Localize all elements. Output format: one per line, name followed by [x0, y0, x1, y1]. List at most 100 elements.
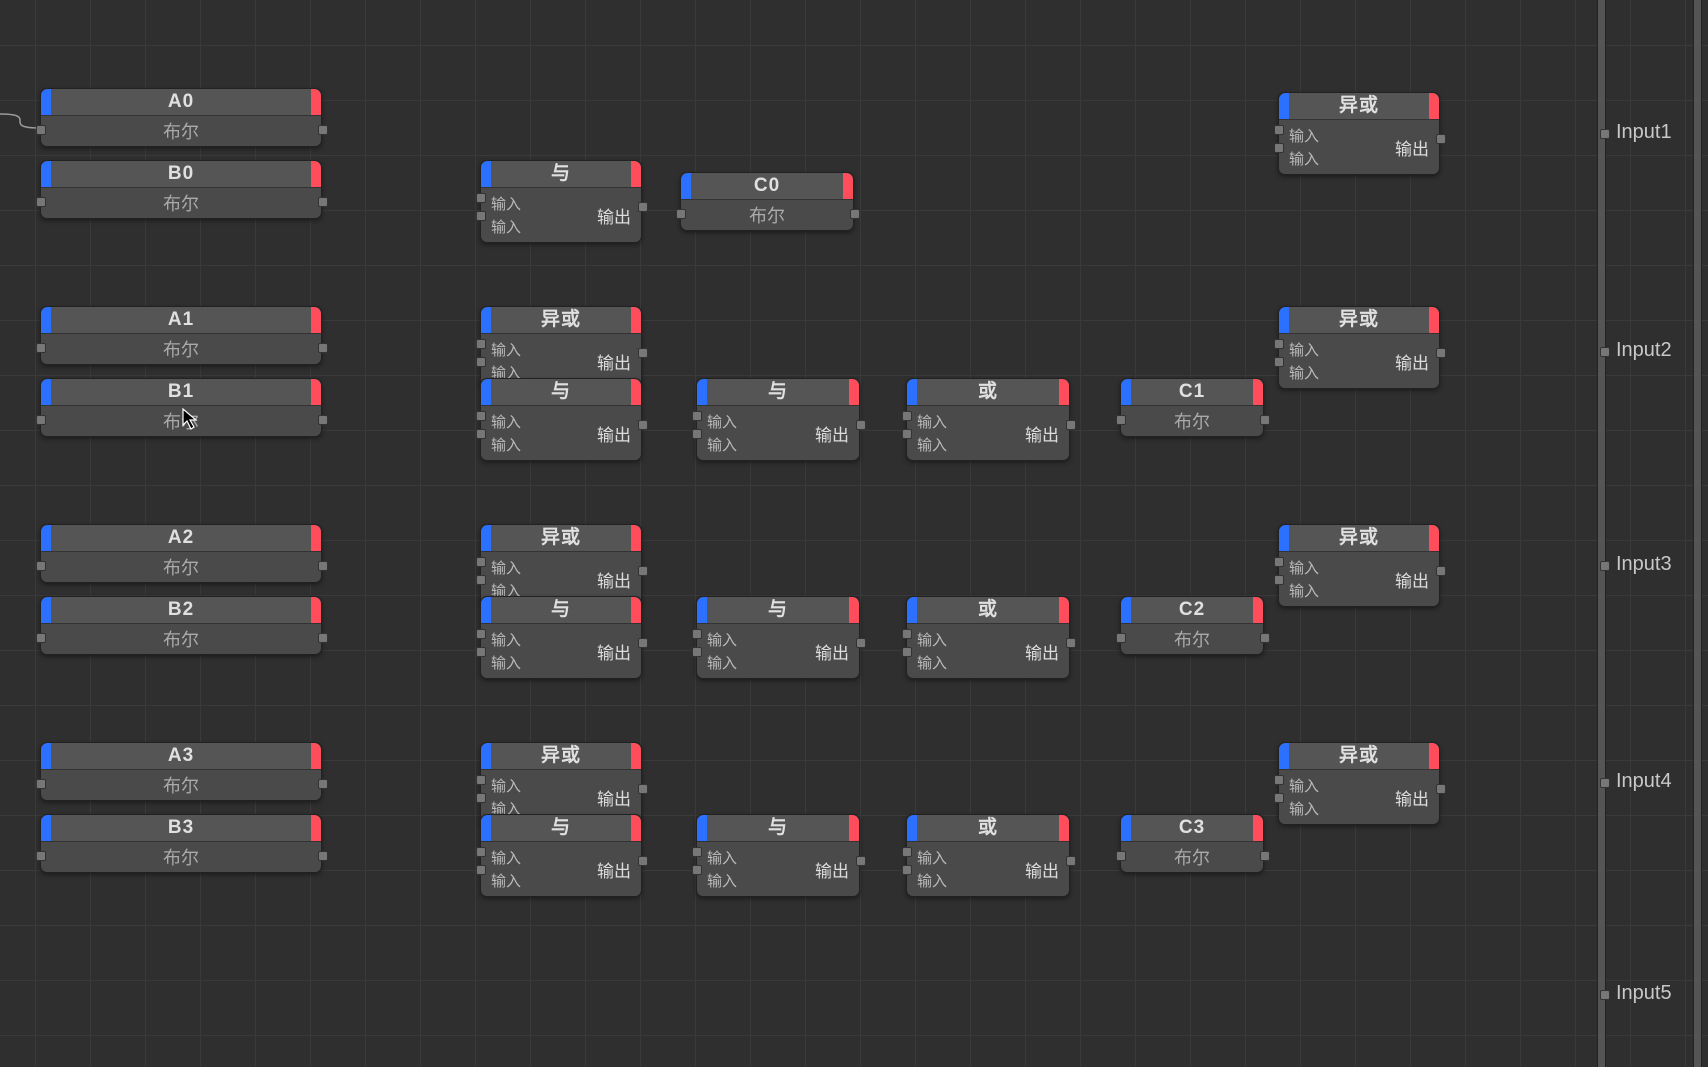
port-dot-icon[interactable] — [902, 429, 912, 439]
port-dot-icon[interactable] — [850, 209, 860, 219]
group-input-input5[interactable]: Input5 — [1616, 982, 1672, 1005]
port-dot-icon[interactable] — [638, 566, 648, 576]
port-dot-icon[interactable] — [1066, 638, 1076, 648]
node-XORo1[interactable]: 异或输入输入输出 — [1278, 92, 1440, 175]
node-AND3a[interactable]: 与输入输入输出 — [480, 814, 642, 897]
port-dot-icon[interactable] — [476, 211, 486, 221]
port-dot-icon[interactable] — [1600, 129, 1610, 139]
port-dot-icon[interactable] — [676, 209, 686, 219]
port-dot-icon[interactable] — [476, 339, 486, 349]
port-dot-icon[interactable] — [638, 348, 648, 358]
node-B3[interactable]: B3布尔 — [40, 814, 322, 873]
port-dot-icon[interactable] — [476, 357, 486, 367]
port-dot-icon[interactable] — [1436, 784, 1446, 794]
port-dot-icon[interactable] — [1260, 415, 1270, 425]
port-dot-icon[interactable] — [1274, 143, 1284, 153]
port-dot-icon[interactable] — [1274, 557, 1284, 567]
port-dot-icon[interactable] — [1260, 851, 1270, 861]
node-AND0[interactable]: 与输入输入输出 — [480, 160, 642, 243]
node-XORo3[interactable]: 异或输入输入输出 — [1278, 524, 1440, 607]
node-A2[interactable]: A2布尔 — [40, 524, 322, 583]
node-OR1[interactable]: 或输入输入输出 — [906, 378, 1070, 461]
port-dot-icon[interactable] — [856, 638, 866, 648]
port-dot-icon[interactable] — [1436, 348, 1446, 358]
port-dot-icon[interactable] — [902, 865, 912, 875]
port-dot-icon[interactable] — [902, 647, 912, 657]
node-AND2b[interactable]: 与输入输入输出 — [696, 596, 860, 679]
port-dot-icon[interactable] — [476, 647, 486, 657]
node-C2[interactable]: C2布尔 — [1120, 596, 1264, 655]
port-dot-icon[interactable] — [36, 633, 46, 643]
panel-edge-strip[interactable] — [1597, 0, 1606, 1067]
node-A1[interactable]: A1布尔 — [40, 306, 322, 365]
port-dot-icon[interactable] — [1436, 134, 1446, 144]
port-dot-icon[interactable] — [638, 202, 648, 212]
node-XOR2[interactable]: 异或输入输入输出 — [480, 524, 642, 607]
port-dot-icon[interactable] — [476, 847, 486, 857]
port-dot-icon[interactable] — [692, 629, 702, 639]
port-dot-icon[interactable] — [318, 779, 328, 789]
port-dot-icon[interactable] — [1274, 575, 1284, 585]
node-XORo4[interactable]: 异或输入输入输出 — [1278, 742, 1440, 825]
node-B1[interactable]: B1布尔 — [40, 378, 322, 437]
node-OR3[interactable]: 或输入输入输出 — [906, 814, 1070, 897]
port-dot-icon[interactable] — [638, 420, 648, 430]
node-OR2[interactable]: 或输入输入输出 — [906, 596, 1070, 679]
port-dot-icon[interactable] — [1274, 775, 1284, 785]
port-dot-icon[interactable] — [476, 629, 486, 639]
port-dot-icon[interactable] — [318, 343, 328, 353]
port-dot-icon[interactable] — [36, 125, 46, 135]
group-input-input4[interactable]: Input4 — [1616, 770, 1672, 793]
port-dot-icon[interactable] — [318, 851, 328, 861]
port-dot-icon[interactable] — [476, 557, 486, 567]
port-dot-icon[interactable] — [36, 561, 46, 571]
node-A3[interactable]: A3布尔 — [40, 742, 322, 801]
port-dot-icon[interactable] — [1066, 856, 1076, 866]
group-input-input2[interactable]: Input2 — [1616, 339, 1672, 362]
port-dot-icon[interactable] — [638, 856, 648, 866]
node-C1[interactable]: C1布尔 — [1120, 378, 1264, 437]
port-dot-icon[interactable] — [1600, 990, 1610, 1000]
port-dot-icon[interactable] — [692, 429, 702, 439]
port-dot-icon[interactable] — [638, 784, 648, 794]
port-dot-icon[interactable] — [692, 847, 702, 857]
port-dot-icon[interactable] — [1436, 566, 1446, 576]
port-dot-icon[interactable] — [36, 343, 46, 353]
node-AND1a[interactable]: 与输入输入输出 — [480, 378, 642, 461]
node-AND1b[interactable]: 与输入输入输出 — [696, 378, 860, 461]
port-dot-icon[interactable] — [1600, 561, 1610, 571]
port-dot-icon[interactable] — [902, 411, 912, 421]
port-dot-icon[interactable] — [36, 851, 46, 861]
port-dot-icon[interactable] — [476, 793, 486, 803]
port-dot-icon[interactable] — [638, 638, 648, 648]
node-C0[interactable]: C0布尔 — [680, 172, 854, 231]
node-XOR1[interactable]: 异或输入输入输出 — [480, 306, 642, 389]
group-input-input3[interactable]: Input3 — [1616, 553, 1672, 576]
port-dot-icon[interactable] — [692, 647, 702, 657]
node-AND2a[interactable]: 与输入输入输出 — [480, 596, 642, 679]
port-dot-icon[interactable] — [1116, 633, 1126, 643]
port-dot-icon[interactable] — [1116, 415, 1126, 425]
port-dot-icon[interactable] — [318, 125, 328, 135]
node-B0[interactable]: B0布尔 — [40, 160, 322, 219]
group-input-input1[interactable]: Input1 — [1616, 121, 1672, 144]
port-dot-icon[interactable] — [36, 415, 46, 425]
port-dot-icon[interactable] — [1600, 347, 1610, 357]
node-A0[interactable]: A0布尔 — [40, 88, 322, 147]
node-AND3b[interactable]: 与输入输入输出 — [696, 814, 860, 897]
port-dot-icon[interactable] — [318, 561, 328, 571]
port-dot-icon[interactable] — [692, 411, 702, 421]
node-C3[interactable]: C3布尔 — [1120, 814, 1264, 873]
port-dot-icon[interactable] — [318, 633, 328, 643]
port-dot-icon[interactable] — [1274, 125, 1284, 135]
scrollbar-track[interactable] — [1693, 0, 1702, 1067]
port-dot-icon[interactable] — [476, 411, 486, 421]
port-dot-icon[interactable] — [1274, 357, 1284, 367]
port-dot-icon[interactable] — [856, 420, 866, 430]
port-dot-icon[interactable] — [1066, 420, 1076, 430]
port-dot-icon[interactable] — [1274, 793, 1284, 803]
port-dot-icon[interactable] — [1116, 851, 1126, 861]
port-dot-icon[interactable] — [36, 779, 46, 789]
port-dot-icon[interactable] — [318, 197, 328, 207]
port-dot-icon[interactable] — [476, 429, 486, 439]
